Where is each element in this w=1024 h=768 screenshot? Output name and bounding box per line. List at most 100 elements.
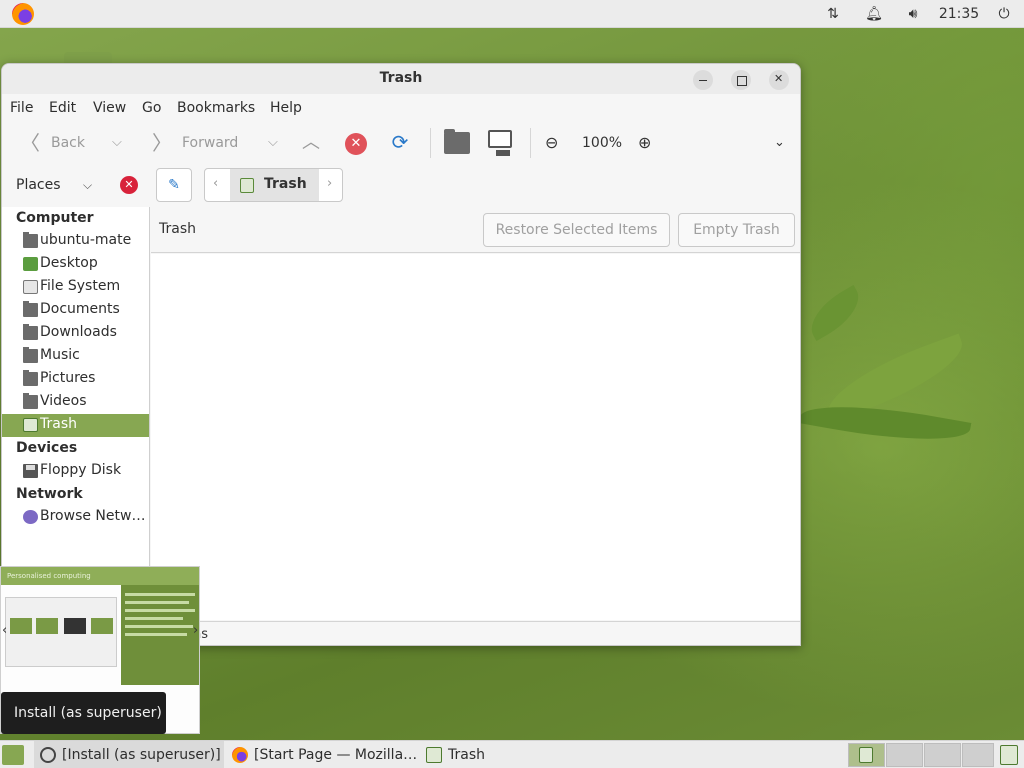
sidebar-item-home[interactable]: ubuntu-mate: [2, 230, 149, 253]
close-button[interactable]: [769, 70, 789, 90]
sidebar-item-pictures[interactable]: Pictures: [2, 368, 149, 391]
folder-icon: [23, 393, 38, 409]
minimize-button[interactable]: [693, 70, 713, 90]
volume-icon[interactable]: 🔊︎: [902, 4, 924, 24]
task-label: Trash: [448, 747, 485, 763]
workspace-1[interactable]: [848, 743, 885, 767]
slideshow-prev-arrow-icon[interactable]: ‹: [2, 623, 7, 638]
sidebar-item-label: Pictures: [40, 370, 96, 386]
path-crumb-label: Trash: [264, 176, 307, 192]
path-crumb-trash[interactable]: Trash: [230, 169, 319, 201]
notification-bell-icon[interactable]: 🔔︎: [864, 4, 884, 24]
bottom-panel: [Install (as superuser)] [Start Page — M…: [0, 740, 1024, 768]
toolbar-overflow-chevron-icon[interactable]: ⌄: [774, 120, 785, 166]
sidebar-item-documents[interactable]: Documents: [2, 299, 149, 322]
sidebar-item-label: ubuntu-mate: [40, 232, 132, 248]
sidebar-item-label: Desktop: [40, 255, 98, 271]
workspace-3[interactable]: [924, 743, 961, 767]
back-arrow-icon[interactable]: 〈: [20, 120, 40, 166]
slideshow-thumb: [36, 618, 58, 634]
task-firefox[interactable]: [Start Page — Mozilla…: [226, 741, 416, 768]
wallpaper-leaf: [801, 285, 869, 341]
slideshow-thumb: [91, 618, 113, 634]
trash-applet-icon[interactable]: [1000, 745, 1018, 765]
path-bar: ‹ Trash ›: [204, 168, 343, 202]
file-manager-window: Trash File Edit View Go Bookmarks Help 〈…: [1, 63, 801, 646]
workspace-2[interactable]: [886, 743, 923, 767]
folder-icon: [23, 370, 38, 386]
task-label: [Install (as superuser)]: [62, 747, 221, 763]
close-sidebar-icon[interactable]: ✕: [120, 176, 138, 194]
menu-help[interactable]: Help: [270, 100, 302, 116]
sidebar-item-downloads[interactable]: Downloads: [2, 322, 149, 345]
firefox-icon[interactable]: [12, 3, 34, 25]
new-folder-icon[interactable]: [444, 129, 470, 154]
zoom-level[interactable]: 100%: [582, 120, 622, 166]
sidebar-item-browse-network[interactable]: Browse Netw…: [2, 506, 149, 529]
forward-history-chevron-icon[interactable]: ⌵: [268, 120, 278, 166]
reload-icon[interactable]: ⟳: [388, 130, 412, 154]
back-button[interactable]: Back: [51, 120, 85, 166]
firefox-icon: [232, 747, 248, 763]
places-dropdown[interactable]: Places ⌵: [16, 177, 92, 193]
show-desktop-icon[interactable]: [2, 745, 24, 765]
back-history-chevron-icon[interactable]: ⌵: [112, 120, 122, 166]
trash-icon: [426, 747, 442, 763]
empty-trash-button[interactable]: Empty Trash: [678, 213, 795, 247]
statusbar: ns: [151, 621, 800, 645]
forward-button[interactable]: Forward: [182, 120, 238, 166]
power-icon[interactable]: ⏻: [994, 4, 1014, 24]
workspace-4[interactable]: [962, 743, 994, 767]
edit-location-pencil-icon[interactable]: ✎: [156, 168, 192, 202]
path-right-arrow-icon[interactable]: ›: [327, 176, 332, 191]
computer-icon[interactable]: [488, 130, 512, 156]
sidebar-item-trash[interactable]: Trash: [2, 414, 149, 437]
network-icon[interactable]: ⇅: [823, 4, 843, 24]
places-label: Places: [16, 177, 61, 193]
trash-icon: [240, 178, 254, 193]
sidebar-item-label: Videos: [40, 393, 87, 409]
sidebar-item-floppy-disk[interactable]: Floppy Disk: [2, 460, 149, 483]
slideshow-text-line: [125, 625, 193, 628]
trash-icon: [859, 747, 873, 763]
folder-icon: [23, 347, 38, 363]
maximize-button[interactable]: [731, 70, 751, 90]
slideshow-heading: Personalised computing: [1, 567, 199, 585]
path-left-arrow-icon[interactable]: ‹: [213, 176, 218, 191]
menu-bookmarks[interactable]: Bookmarks: [177, 100, 255, 116]
sidebar-item-file-system[interactable]: File System: [2, 276, 149, 299]
sidebar-item-desktop[interactable]: Desktop: [2, 253, 149, 276]
filesystem-icon: [23, 280, 38, 294]
slideshow-text-line: [125, 593, 195, 596]
task-trash[interactable]: Trash: [420, 741, 610, 768]
trash-infobar: Trash Restore Selected Items Empty Trash: [151, 207, 800, 253]
menu-edit[interactable]: Edit: [49, 100, 76, 116]
slideshow-thumb: [10, 618, 32, 634]
up-arrow-icon[interactable]: ︿: [302, 120, 320, 166]
menu-view[interactable]: View: [93, 100, 126, 116]
tooltip: Install (as superuser): [1, 692, 166, 734]
task-label: [Start Page — Mozilla…: [254, 747, 416, 763]
window-titlebar[interactable]: Trash: [2, 64, 800, 94]
file-view[interactable]: [151, 254, 800, 620]
menu-go[interactable]: Go: [142, 100, 161, 116]
forward-arrow-icon[interactable]: 〉: [152, 120, 172, 166]
wallpaper-leaf: [798, 393, 972, 453]
restore-selected-items-button[interactable]: Restore Selected Items: [483, 213, 670, 247]
task-install[interactable]: [Install (as superuser)]: [34, 741, 224, 768]
clock[interactable]: 21:35: [936, 4, 982, 24]
slideshow-next-arrow-icon[interactable]: ›: [193, 623, 198, 638]
window-title: Trash: [379, 70, 423, 86]
sidebar-heading-computer: Computer: [16, 210, 94, 226]
zoom-in-icon[interactable]: ⊕: [638, 120, 651, 166]
network-globe-icon: [23, 510, 38, 524]
sidebar-item-label: Downloads: [40, 324, 117, 340]
sidebar-item-music[interactable]: Music: [2, 345, 149, 368]
menu-file[interactable]: File: [10, 100, 33, 116]
folder-icon: [23, 324, 38, 340]
sidebar-item-label: File System: [40, 278, 121, 294]
sidebar-item-videos[interactable]: Videos: [2, 391, 149, 414]
toolbar-separator: [530, 128, 531, 158]
zoom-out-icon[interactable]: ⊖: [545, 120, 558, 166]
stop-icon[interactable]: ✕: [345, 133, 367, 155]
